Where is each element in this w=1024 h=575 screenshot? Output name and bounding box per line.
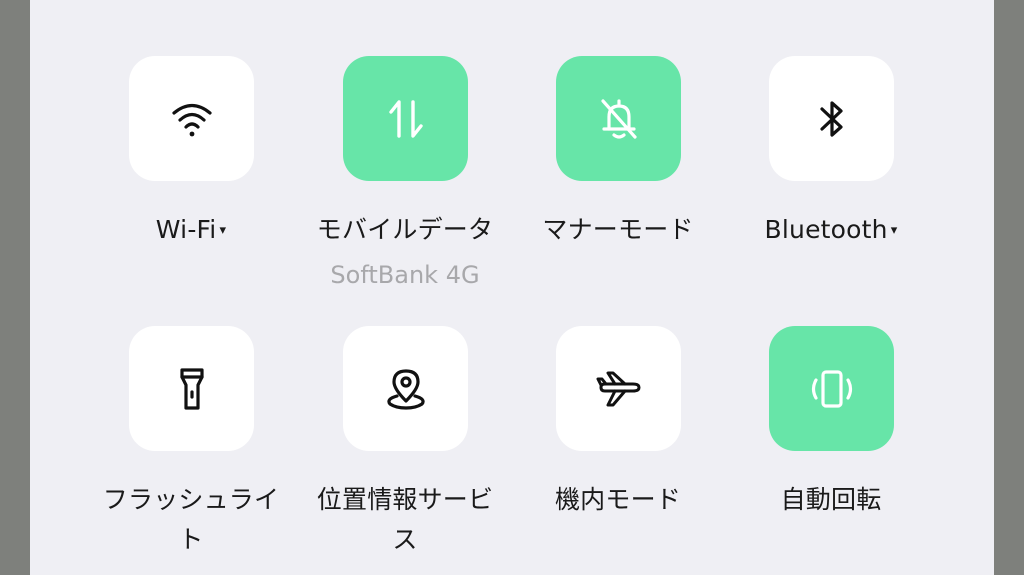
airplane-mode-label: 機内モード <box>554 485 681 514</box>
manner-mode-label: マナーモード <box>542 215 694 244</box>
auto-rotate-icon <box>811 369 852 408</box>
flashlight-label: フラッシュライ ト <box>102 485 280 554</box>
flashlight-icon <box>179 367 204 410</box>
auto-rotate-toggle[interactable] <box>769 326 894 451</box>
location-pin-icon <box>386 368 425 410</box>
bluetooth-label[interactable]: Bluetooth ▾ <box>726 210 936 251</box>
wifi-label[interactable]: Wi-Fi ▾ <box>86 210 296 251</box>
mobile-data-label: モバイルデータ <box>316 215 494 244</box>
flashlight-toggle[interactable] <box>129 326 254 451</box>
location-toggle[interactable] <box>343 326 468 451</box>
bell-off-icon <box>600 98 637 139</box>
location-label: 位置情報サービ ス <box>316 485 494 554</box>
bluetooth-toggle[interactable] <box>769 56 894 181</box>
chevron-down-icon: ▾ <box>890 223 898 238</box>
chevron-down-icon: ▾ <box>219 223 227 238</box>
auto-rotate-label: 自動回転 <box>780 485 882 514</box>
wifi-icon <box>171 103 212 136</box>
quick-settings-panel: Wi-Fi ▾ モバイルデータ SoftBank 4G マナーモード Blueto… <box>30 0 994 575</box>
carrier-status: SoftBank 4G <box>330 261 480 289</box>
airplane-icon <box>596 371 640 406</box>
wifi-toggle[interactable] <box>129 56 254 181</box>
airplane-mode-toggle[interactable] <box>556 326 681 451</box>
data-transfer-icon <box>388 99 423 138</box>
manner-mode-toggle[interactable] <box>556 56 681 181</box>
mobile-data-toggle[interactable] <box>343 56 468 181</box>
bluetooth-icon <box>819 100 843 137</box>
